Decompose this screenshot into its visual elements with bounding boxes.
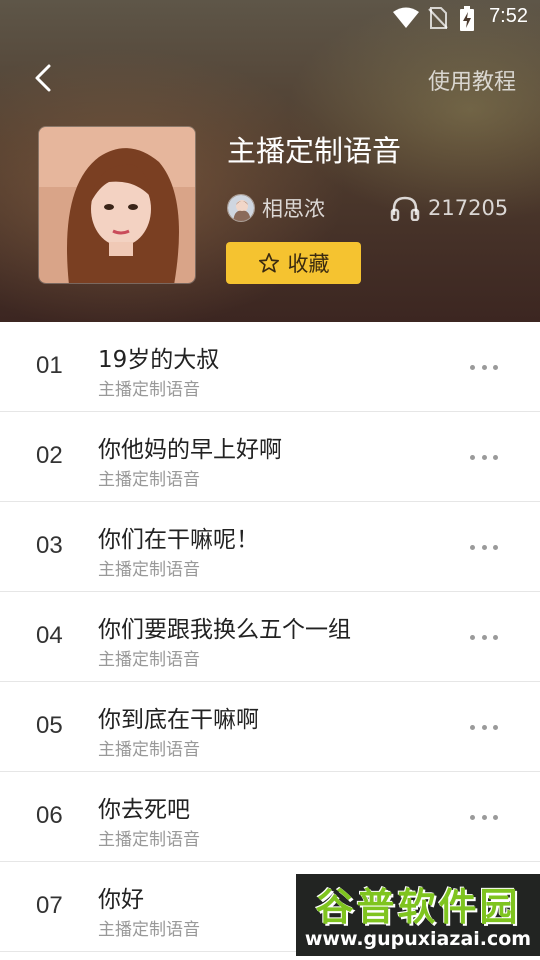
track-title: 19岁的大叔 — [98, 347, 220, 373]
more-options-icon[interactable] — [464, 446, 504, 468]
status-time: 7:52 — [489, 5, 528, 27]
list-item[interactable]: 06 你去死吧 主播定制语音 — [0, 772, 540, 862]
more-options-icon[interactable] — [464, 626, 504, 648]
more-options-icon[interactable] — [464, 806, 504, 828]
author-info[interactable]: 相思浓 — [227, 192, 325, 224]
album-header: 7:52 使用教程 主播定制语音 相思浓 217205 收藏 — [0, 0, 540, 322]
chevron-left-icon — [35, 64, 51, 92]
list-item[interactable]: 01 19岁的大叔 主播定制语音 — [0, 322, 540, 412]
track-number: 02 — [36, 442, 63, 469]
track-title: 你他妈的早上好啊 — [98, 437, 282, 463]
track-title: 你们在干嘛呢！ — [98, 527, 259, 553]
track-subtitle: 主播定制语音 — [98, 830, 200, 850]
headphones-icon — [390, 196, 420, 221]
track-number: 04 — [36, 622, 63, 649]
track-number: 06 — [36, 802, 63, 829]
favorite-button[interactable]: 收藏 — [226, 242, 361, 284]
battery-charging-icon — [459, 6, 475, 36]
watermark-logo: 谷普软件园 www.gupuxiazai.com — [296, 874, 540, 956]
track-list: 01 19岁的大叔 主播定制语音 02 你他妈的早上好啊 主播定制语音 03 你… — [0, 322, 540, 952]
status-bar: 7:52 — [0, 0, 540, 36]
wifi-icon — [392, 6, 420, 34]
back-button[interactable] — [26, 58, 60, 98]
track-number: 05 — [36, 712, 63, 739]
album-title: 主播定制语音 — [227, 134, 402, 168]
album-cover-image — [38, 126, 196, 284]
track-subtitle: 主播定制语音 — [98, 650, 200, 670]
list-item[interactable]: 02 你他妈的早上好啊 主播定制语音 — [0, 412, 540, 502]
track-subtitle: 主播定制语音 — [98, 380, 200, 400]
track-subtitle: 主播定制语音 — [98, 920, 200, 940]
avatar — [227, 194, 255, 222]
track-title: 你去死吧 — [98, 797, 190, 823]
track-subtitle: 主播定制语音 — [98, 740, 200, 760]
track-title: 你好 — [98, 887, 144, 913]
play-count: 217205 — [390, 192, 508, 224]
star-icon — [258, 253, 279, 273]
list-item[interactable]: 05 你到底在干嘛啊 主播定制语音 — [0, 682, 540, 772]
author-name: 相思浓 — [262, 197, 325, 221]
track-subtitle: 主播定制语音 — [98, 560, 200, 580]
track-number: 03 — [36, 532, 63, 559]
more-options-icon[interactable] — [464, 536, 504, 558]
watermark-title: 谷普软件园 — [315, 885, 521, 929]
more-options-icon[interactable] — [464, 716, 504, 738]
track-title: 你到底在干嘛啊 — [98, 707, 259, 733]
track-title: 你们要跟我换么五个一组 — [98, 617, 351, 643]
favorite-label: 收藏 — [287, 252, 330, 276]
play-count-value: 217205 — [428, 196, 509, 220]
track-number: 07 — [36, 892, 63, 919]
tutorial-link[interactable]: 使用教程 — [428, 64, 516, 96]
track-subtitle: 主播定制语音 — [98, 470, 200, 490]
track-number: 01 — [36, 352, 63, 379]
list-item[interactable]: 03 你们在干嘛呢！ 主播定制语音 — [0, 502, 540, 592]
list-item[interactable]: 04 你们要跟我换么五个一组 主播定制语音 — [0, 592, 540, 682]
watermark-url: www.gupuxiazai.com — [304, 928, 532, 950]
no-sim-icon — [427, 6, 449, 34]
more-options-icon[interactable] — [464, 356, 504, 378]
